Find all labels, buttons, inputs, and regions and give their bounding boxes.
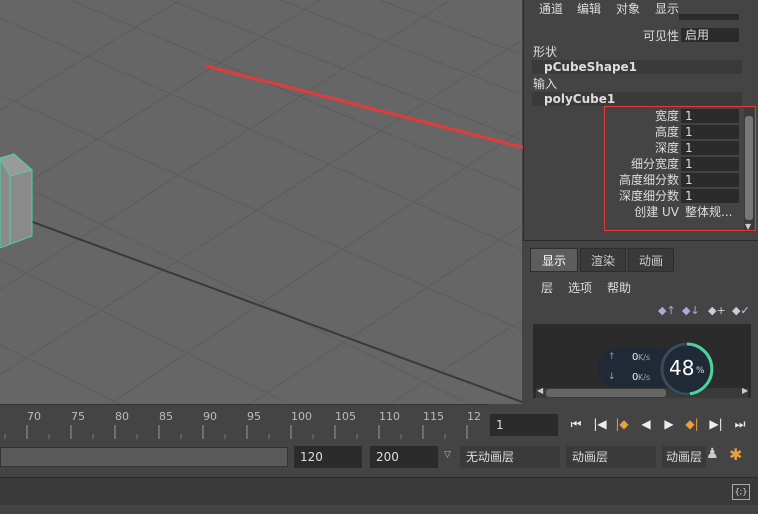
range-end-field[interactable]: 120 (294, 446, 362, 468)
shape-section-title: 形状 (533, 45, 558, 59)
layer-menu-layers[interactable]: 层 (541, 279, 553, 296)
upload-arrow-icon: ↑ (608, 352, 616, 362)
no-anim-layer-field[interactable]: 无动画层 (460, 446, 560, 468)
play-backwards-icon[interactable]: ◀ (636, 415, 656, 433)
range-slider-bar[interactable] (0, 447, 288, 467)
new-empty-layer-icon[interactable]: ◆+ (708, 304, 726, 317)
go-to-start-icon[interactable]: ⏮ (566, 415, 586, 433)
tick-label: 80 (115, 410, 129, 423)
tick-label: 85 (159, 410, 173, 423)
go-to-end-icon[interactable]: ⏭ (730, 415, 750, 433)
cpu-percent: 48 (669, 356, 695, 380)
anim-layer-field-2[interactable]: 动画层 (662, 446, 706, 468)
current-frame-field[interactable]: 1 (490, 414, 558, 436)
move-layer-down-icon[interactable]: ◆↓ (682, 304, 700, 317)
visibility-value[interactable]: 启用 (681, 28, 739, 42)
step-forward-key-icon[interactable]: ◆| (682, 415, 702, 433)
download-unit: K/s (638, 373, 651, 382)
step-back-key-icon[interactable]: |◆ (612, 415, 632, 433)
net-speed-widget: ↑ 0 K/s ↓ 0 K/s 48 % (598, 342, 716, 398)
menu-display[interactable]: 显示 (655, 0, 679, 17)
input-node-name[interactable]: polyCube1 (532, 92, 742, 106)
auto-key-icon[interactable]: ✱ (729, 445, 742, 464)
tick-label: 95 (247, 410, 261, 423)
tick-label: 75 (71, 410, 85, 423)
character-set-icon[interactable]: ♟ (706, 446, 719, 462)
input-section-title: 输入 (533, 77, 558, 91)
time-slider[interactable]: 70 75 80 85 90 95 100 105 110 115 12 (0, 404, 488, 439)
upload-unit: K/s (638, 353, 651, 362)
shape-node-name[interactable]: pCubeShape1 (532, 60, 742, 74)
dropdown-arrow-icon[interactable]: ▽ (444, 450, 451, 460)
menu-edit[interactable]: 编辑 (577, 0, 601, 17)
range-slider-row: 120 200 ▽ 无动画层 动画层 动画层 ♟ ✱ (0, 440, 758, 476)
layer-menu-help[interactable]: 帮助 (607, 279, 631, 296)
scroll-right-icon[interactable]: ▶ (742, 386, 748, 395)
range-max-field[interactable]: 200 (370, 446, 438, 468)
move-layer-up-icon[interactable]: ◆↑ (658, 304, 676, 317)
tick-label: 70 (27, 410, 41, 423)
help-line (0, 505, 758, 514)
download-arrow-icon: ↓ (608, 372, 616, 382)
layer-menu-options[interactable]: 选项 (568, 279, 592, 296)
play-forwards-icon[interactable]: ▶ (659, 415, 679, 433)
anim-layer-field[interactable]: 动画层 (566, 446, 656, 468)
tick-label: 100 (291, 410, 312, 423)
grid-axis-line (0, 209, 522, 403)
step-back-frame-icon[interactable]: |◀ (590, 415, 610, 433)
scroll-left-icon[interactable]: ◀ (537, 386, 543, 395)
tick-label: 90 (203, 410, 217, 423)
highlight-box (604, 106, 756, 231)
tick-label: 12 (467, 410, 481, 423)
tab-display[interactable]: 显示 (530, 248, 578, 272)
tab-render[interactable]: 渲染 (580, 248, 626, 272)
menu-channels[interactable]: 通道 (539, 0, 563, 17)
visibility-label: 可见性 (642, 29, 679, 43)
menu-object[interactable]: 对象 (616, 0, 640, 17)
cube-object (0, 153, 34, 249)
tab-animation[interactable]: 动画 (628, 248, 674, 272)
step-forward-frame-icon[interactable]: ▶| (706, 415, 726, 433)
cpu-percent-unit: % (696, 366, 705, 376)
command-line[interactable]: {;} (0, 477, 758, 506)
tick-label: 105 (335, 410, 356, 423)
new-layer-selected-icon[interactable]: ◆✓ (732, 304, 750, 317)
tick-label: 115 (423, 410, 444, 423)
attr-partial-value[interactable] (679, 14, 739, 20)
tick-label: 110 (379, 410, 400, 423)
script-editor-icon[interactable]: {;} (732, 484, 750, 500)
